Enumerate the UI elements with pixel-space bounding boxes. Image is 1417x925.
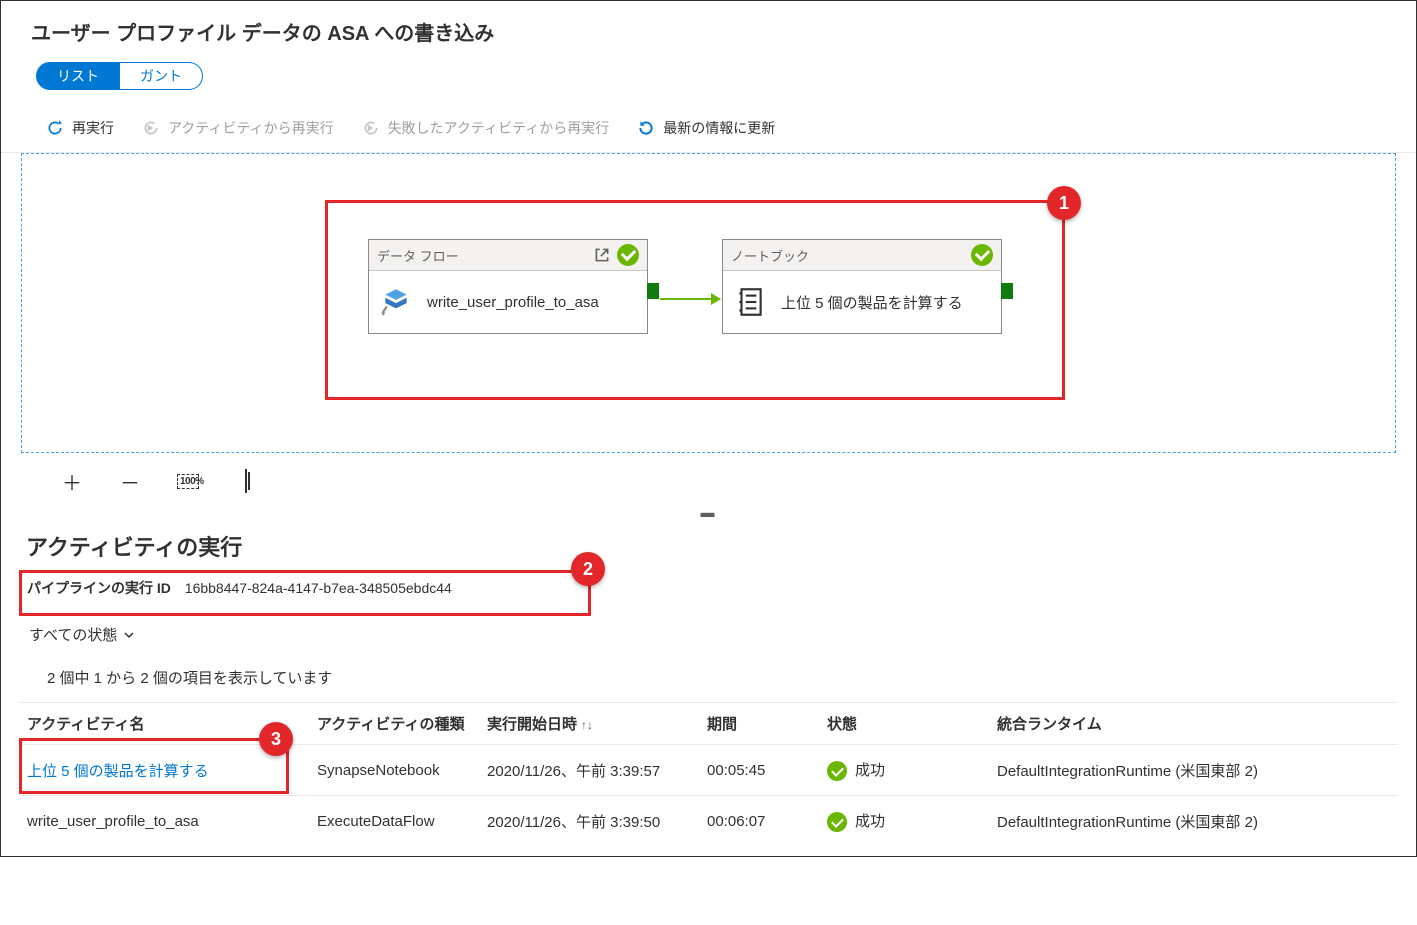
status-success-icon [827,761,847,781]
sort-icon: ↑↓ [581,718,593,732]
view-toggle: リスト ガント [36,62,1386,90]
rerun-from-activity-label: アクティビティから再実行 [168,118,334,138]
activity-notebook[interactable]: ノートブック 上位 5 個の製品を計算する [722,239,1002,334]
cell-duration: 00:05:45 [699,745,819,796]
rerun-label: 再実行 [72,118,114,138]
activity-type-label: ノートブック [731,246,809,265]
zoom-fit-button[interactable] [235,470,257,493]
activity-runs-title: アクティビティの実行 [1,524,1416,566]
success-connector [660,298,720,300]
cell-type: SynapseNotebook [309,745,479,796]
status-success-icon [617,244,639,266]
annotation-box-2 [19,570,591,616]
refresh-label: 最新の情報に更新 [663,118,775,138]
cell-type: ExecuteDataFlow [309,796,479,847]
resize-handle[interactable]: ▬ [1,504,1416,524]
activity-name: 上位 5 個の製品を計算する [781,292,963,313]
view-gantt-button[interactable]: ガント [120,62,203,90]
table-row[interactable]: write_user_profile_to_asa ExecuteDataFlo… [19,796,1398,847]
annotation-box-3 [19,738,289,794]
refresh-button[interactable]: 最新の情報に更新 [637,118,775,138]
col-activity-type[interactable]: アクティビティの種類 [309,703,479,745]
rerun-failed-icon [362,119,380,137]
zoom-reset-button[interactable]: 100% [177,474,199,489]
callout-1: 1 [1047,186,1081,220]
col-status[interactable]: 状態 [819,703,989,745]
col-start-time[interactable]: 実行開始日時↑↓ [479,703,699,745]
dataflow-icon [379,285,413,319]
rerun-activity-icon [142,119,160,137]
rerun-from-activity-button: アクティビティから再実行 [142,118,334,138]
status-filter-dropdown[interactable]: すべての状態 [1,618,1416,651]
zoom-out-button[interactable]: － [119,467,141,496]
rerun-button[interactable]: 再実行 [46,118,114,138]
canvas-tools: ＋ － 100% [1,453,1416,504]
cell-name: write_user_profile_to_asa [19,796,309,847]
callout-3: 3 [259,722,293,756]
status-filter-label: すべての状態 [29,624,117,645]
notebook-icon [733,285,767,319]
cell-ir: DefaultIntegrationRuntime (米国東部 2) [989,796,1398,847]
activity-dataflow[interactable]: データ フロー write_user_profile_to_asa [368,239,648,334]
zoom-in-button[interactable]: ＋ [61,467,83,496]
rerun-from-failed-label: 失敗したアクティビティから再実行 [388,118,610,138]
cell-status: 成功 [819,745,989,796]
cell-start: 2020/11/26、午前 3:39:50 [479,796,699,847]
pipeline-canvas[interactable]: 1 データ フロー write_user_profile_to_asa [21,153,1396,453]
toolbar: 再実行 アクティビティから再実行 失敗したアクティビティから再実行 最新の情報に… [1,108,1416,153]
open-external-icon[interactable] [593,246,611,264]
refresh-icon [637,119,655,137]
cell-start: 2020/11/26、午前 3:39:57 [479,745,699,796]
activity-type-label: データ フロー [377,246,459,265]
status-success-icon [971,244,993,266]
cell-status: 成功 [819,796,989,847]
pagination-summary: 2 個中 1 から 2 個の項目を表示しています [1,651,1416,702]
status-success-icon [827,812,847,832]
cell-duration: 00:06:07 [699,796,819,847]
cell-ir: DefaultIntegrationRuntime (米国東部 2) [989,745,1398,796]
col-integration-runtime[interactable]: 統合ランタイム [989,703,1398,745]
rerun-icon [46,119,64,137]
page-title: ユーザー プロファイル データの ASA への書き込み [1,1,1416,56]
view-list-button[interactable]: リスト [36,62,120,90]
rerun-from-failed-button: 失敗したアクティビティから再実行 [362,118,610,138]
activity-name: write_user_profile_to_asa [427,294,599,311]
callout-2: 2 [571,552,605,586]
col-duration[interactable]: 期間 [699,703,819,745]
chevron-down-icon [123,629,135,641]
